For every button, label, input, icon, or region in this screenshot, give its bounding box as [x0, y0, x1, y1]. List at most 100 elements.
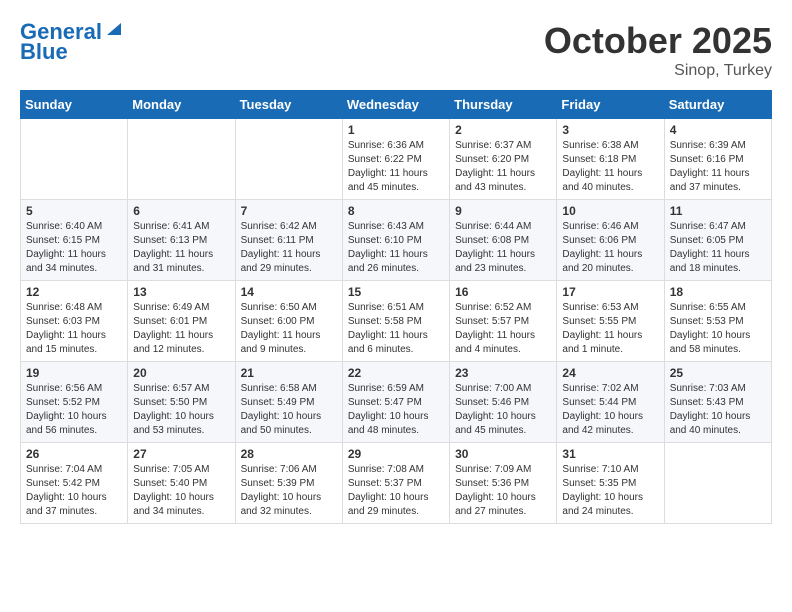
day-number: 17: [562, 285, 658, 299]
calendar-day-27: 27Sunrise: 7:05 AM Sunset: 5:40 PM Dayli…: [128, 443, 235, 524]
calendar-day-30: 30 Sunrise: 7:09 AM Sunset: 5:36 PM Dayli…: [450, 443, 557, 524]
day-info: Sunrise: 6:43 AM Sunset: 6:10 PM Dayligh…: [348, 220, 444, 276]
calendar-empty-cell: [21, 119, 128, 200]
day-number: 21: [241, 366, 337, 380]
day-info: Sunrise: 6:48 AM Sunset: 6:03 PM Dayligh…: [26, 301, 122, 357]
calendar-day-13: 13 Sunrise: 6:49 AM Sunset: 6:01 PM Dayli…: [128, 281, 235, 362]
day-info: Sunrise: 7:05 AM Sunset: 5:40 PM Dayligh…: [133, 463, 229, 519]
day-info: Sunrise: 6:51 AM Sunset: 5:58 PM Dayligh…: [348, 301, 444, 357]
calendar-day-6: 6 Sunrise: 6:41 AM Sunset: 6:13 PM Daylig…: [128, 200, 235, 281]
day-info: Sunrise: 7:06 AM Sunset: 5:39 PM Dayligh…: [241, 463, 337, 519]
title-area: October 2025 Sinop, Turkey: [544, 20, 772, 80]
calendar-week-row: 19 Sunrise: 6:56 AM Sunset: 5:52 PM Dayli…: [21, 362, 772, 443]
page-header: General Blue October 2025 Sinop, Turkey: [20, 20, 772, 80]
weekday-header-row: SundayMondayTuesdayWednesdayThursdayFrid…: [21, 91, 772, 119]
day-info: Sunrise: 7:03 AM Sunset: 5:43 PM Dayligh…: [670, 382, 766, 438]
day-number: 19: [26, 366, 122, 380]
day-info: Sunrise: 6:55 AM Sunset: 5:53 PM Dayligh…: [670, 301, 766, 357]
day-info: Sunrise: 7:04 AM Sunset: 5:42 PM Dayligh…: [26, 463, 122, 519]
day-info: Sunrise: 6:41 AM Sunset: 6:13 PM Dayligh…: [133, 220, 229, 276]
day-number: 5: [26, 204, 122, 218]
weekday-header-wednesday: Wednesday: [342, 91, 449, 119]
calendar-day-3: 3 Sunrise: 6:38 AM Sunset: 6:18 PM Daylig…: [557, 119, 664, 200]
day-number: 16: [455, 285, 551, 299]
weekday-header-tuesday: Tuesday: [235, 91, 342, 119]
calendar-day-23: 23 Sunrise: 7:00 AM Sunset: 5:46 PM Dayli…: [450, 362, 557, 443]
calendar-day-14: 14Sunrise: 6:50 AM Sunset: 6:00 PM Dayli…: [235, 281, 342, 362]
day-number: 6: [133, 204, 229, 218]
day-number: 30: [455, 447, 551, 461]
day-number: 7: [241, 204, 337, 218]
calendar-day-15: 15 Sunrise: 6:51 AM Sunset: 5:58 PM Dayli…: [342, 281, 449, 362]
day-info: Sunrise: 6:47 AM Sunset: 6:05 PM Dayligh…: [670, 220, 766, 276]
logo-icon: [105, 19, 123, 37]
day-number: 20: [133, 366, 229, 380]
calendar-day-2: 2Sunrise: 6:37 AM Sunset: 6:20 PM Daylig…: [450, 119, 557, 200]
day-info: Sunrise: 7:08 AM Sunset: 5:37 PM Dayligh…: [348, 463, 444, 519]
calendar-week-row: 5Sunrise: 6:40 AM Sunset: 6:15 PM Daylig…: [21, 200, 772, 281]
calendar-day-24: 24Sunrise: 7:02 AM Sunset: 5:44 PM Dayli…: [557, 362, 664, 443]
calendar-day-10: 10Sunrise: 6:46 AM Sunset: 6:06 PM Dayli…: [557, 200, 664, 281]
calendar-day-29: 29 Sunrise: 7:08 AM Sunset: 5:37 PM Dayli…: [342, 443, 449, 524]
day-info: Sunrise: 6:49 AM Sunset: 6:01 PM Dayligh…: [133, 301, 229, 357]
day-number: 25: [670, 366, 766, 380]
calendar-week-row: 26 Sunrise: 7:04 AM Sunset: 5:42 PM Dayli…: [21, 443, 772, 524]
day-info: Sunrise: 6:39 AM Sunset: 6:16 PM Dayligh…: [670, 139, 766, 195]
day-number: 10: [562, 204, 658, 218]
day-info: Sunrise: 6:38 AM Sunset: 6:18 PM Dayligh…: [562, 139, 658, 195]
day-info: Sunrise: 7:10 AM Sunset: 5:35 PM Dayligh…: [562, 463, 658, 519]
day-info: Sunrise: 6:37 AM Sunset: 6:20 PM Dayligh…: [455, 139, 551, 195]
calendar-week-row: 1 Sunrise: 6:36 AM Sunset: 6:22 PM Daylig…: [21, 119, 772, 200]
day-number: 29: [348, 447, 444, 461]
calendar-day-25: 25 Sunrise: 7:03 AM Sunset: 5:43 PM Dayli…: [664, 362, 771, 443]
day-info: Sunrise: 6:57 AM Sunset: 5:50 PM Dayligh…: [133, 382, 229, 438]
calendar-day-17: 17 Sunrise: 6:53 AM Sunset: 5:55 PM Dayli…: [557, 281, 664, 362]
day-number: 9: [455, 204, 551, 218]
calendar-day-21: 21 Sunrise: 6:58 AM Sunset: 5:49 PM Dayli…: [235, 362, 342, 443]
day-number: 31: [562, 447, 658, 461]
calendar-day-26: 26 Sunrise: 7:04 AM Sunset: 5:42 PM Dayli…: [21, 443, 128, 524]
calendar-empty-cell: [664, 443, 771, 524]
calendar-day-31: 31 Sunrise: 7:10 AM Sunset: 5:35 PM Dayli…: [557, 443, 664, 524]
location-subtitle: Sinop, Turkey: [544, 62, 772, 80]
day-info: Sunrise: 6:58 AM Sunset: 5:49 PM Dayligh…: [241, 382, 337, 438]
logo-blue-text: Blue: [20, 40, 68, 64]
weekday-header-thursday: Thursday: [450, 91, 557, 119]
day-number: 14: [241, 285, 337, 299]
calendar-day-7: 7 Sunrise: 6:42 AM Sunset: 6:11 PM Daylig…: [235, 200, 342, 281]
day-number: 26: [26, 447, 122, 461]
day-number: 22: [348, 366, 444, 380]
day-number: 15: [348, 285, 444, 299]
day-info: Sunrise: 7:00 AM Sunset: 5:46 PM Dayligh…: [455, 382, 551, 438]
weekday-header-sunday: Sunday: [21, 91, 128, 119]
calendar-day-12: 12 Sunrise: 6:48 AM Sunset: 6:03 PM Dayli…: [21, 281, 128, 362]
calendar-day-28: 28Sunrise: 7:06 AM Sunset: 5:39 PM Dayli…: [235, 443, 342, 524]
day-info: Sunrise: 6:36 AM Sunset: 6:22 PM Dayligh…: [348, 139, 444, 195]
day-number: 3: [562, 123, 658, 137]
day-info: Sunrise: 6:53 AM Sunset: 5:55 PM Dayligh…: [562, 301, 658, 357]
calendar-day-5: 5Sunrise: 6:40 AM Sunset: 6:15 PM Daylig…: [21, 200, 128, 281]
day-number: 4: [670, 123, 766, 137]
calendar-day-9: 9 Sunrise: 6:44 AM Sunset: 6:08 PM Daylig…: [450, 200, 557, 281]
calendar-day-1: 1 Sunrise: 6:36 AM Sunset: 6:22 PM Daylig…: [342, 119, 449, 200]
day-info: Sunrise: 6:44 AM Sunset: 6:08 PM Dayligh…: [455, 220, 551, 276]
weekday-header-monday: Monday: [128, 91, 235, 119]
weekday-header-saturday: Saturday: [664, 91, 771, 119]
day-number: 1: [348, 123, 444, 137]
calendar-empty-cell: [235, 119, 342, 200]
calendar-day-4: 4 Sunrise: 6:39 AM Sunset: 6:16 PM Daylig…: [664, 119, 771, 200]
calendar-day-8: 8Sunrise: 6:43 AM Sunset: 6:10 PM Daylig…: [342, 200, 449, 281]
day-number: 23: [455, 366, 551, 380]
day-number: 11: [670, 204, 766, 218]
day-info: Sunrise: 6:42 AM Sunset: 6:11 PM Dayligh…: [241, 220, 337, 276]
calendar-day-20: 20 Sunrise: 6:57 AM Sunset: 5:50 PM Dayli…: [128, 362, 235, 443]
day-number: 13: [133, 285, 229, 299]
day-info: Sunrise: 7:09 AM Sunset: 5:36 PM Dayligh…: [455, 463, 551, 519]
weekday-header-friday: Friday: [557, 91, 664, 119]
calendar-table: SundayMondayTuesdayWednesdayThursdayFrid…: [20, 90, 772, 524]
day-info: Sunrise: 6:56 AM Sunset: 5:52 PM Dayligh…: [26, 382, 122, 438]
calendar-day-11: 11 Sunrise: 6:47 AM Sunset: 6:05 PM Dayli…: [664, 200, 771, 281]
day-number: 24: [562, 366, 658, 380]
day-number: 12: [26, 285, 122, 299]
calendar-day-18: 18Sunrise: 6:55 AM Sunset: 5:53 PM Dayli…: [664, 281, 771, 362]
